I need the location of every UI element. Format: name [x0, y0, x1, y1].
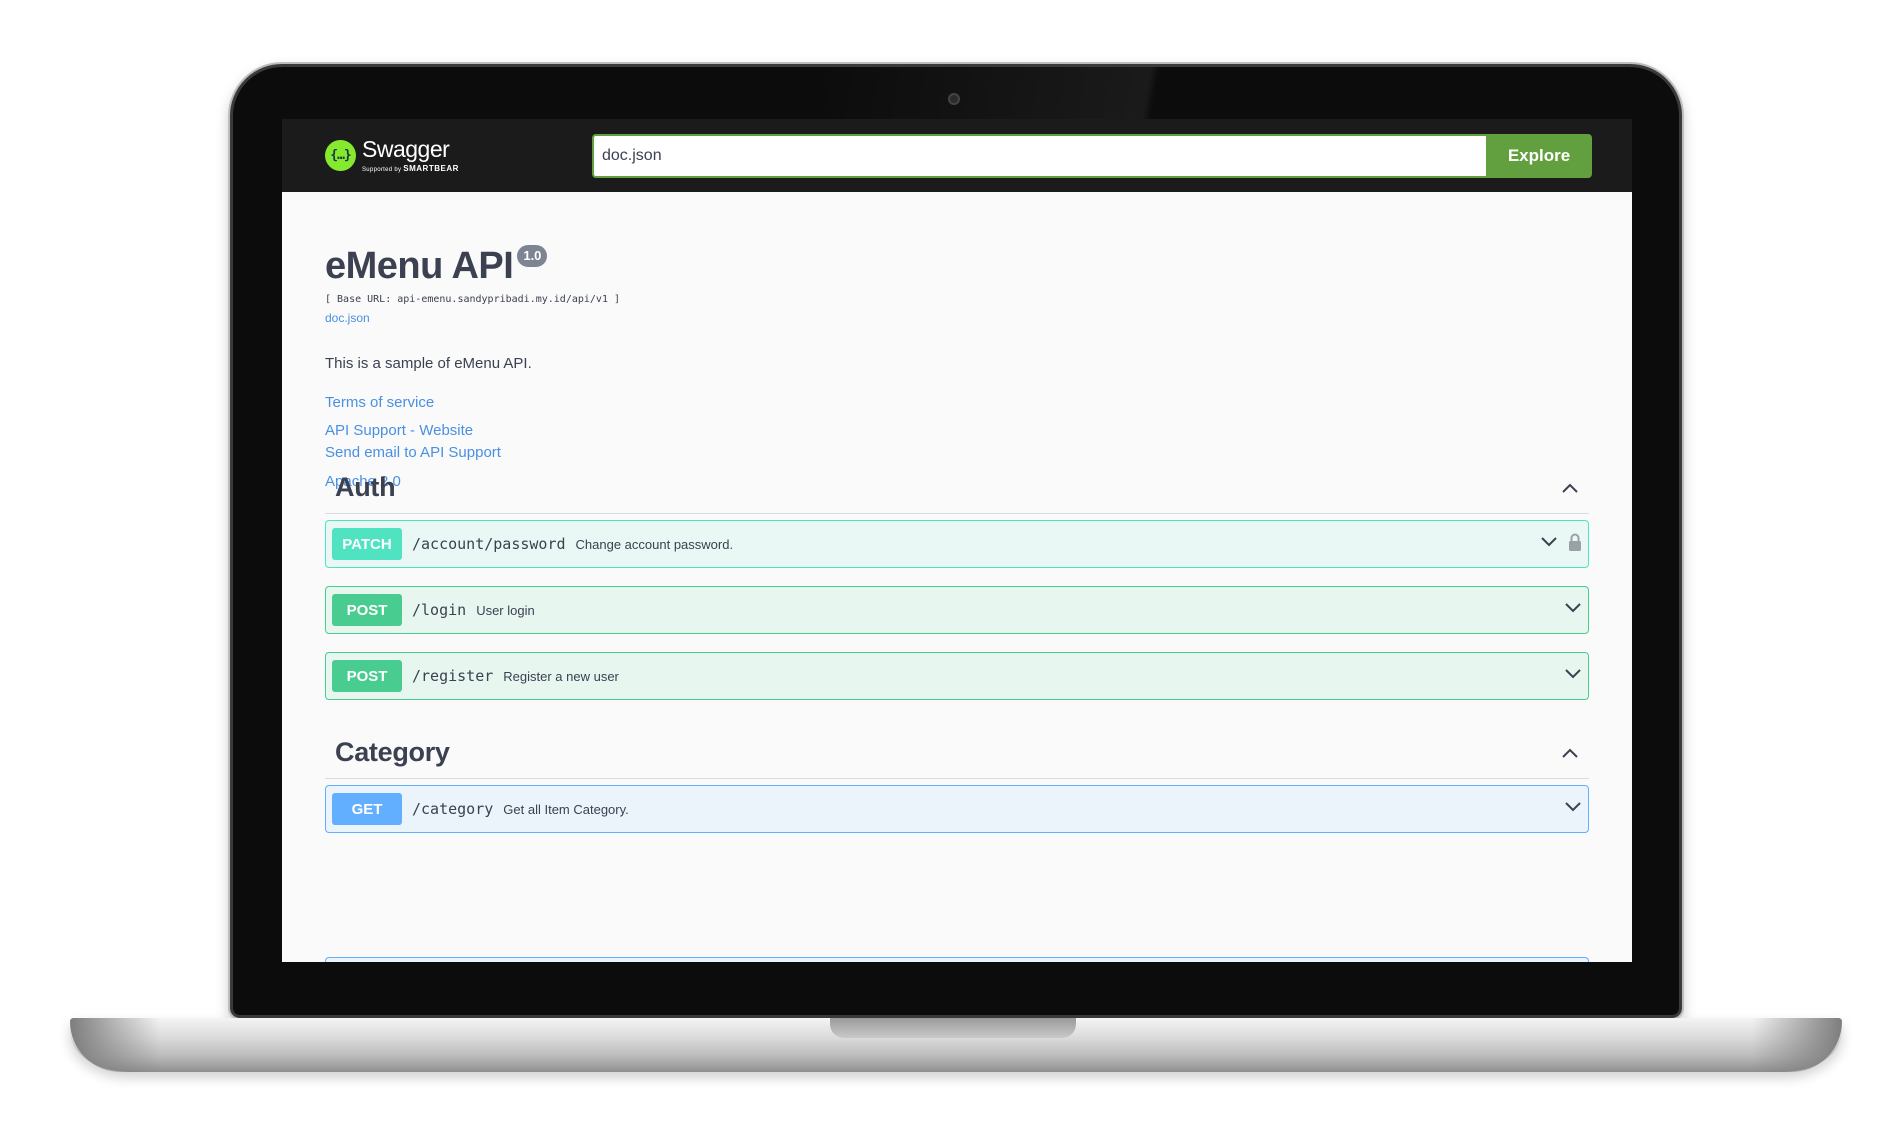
- url-form: Explore: [592, 134, 1592, 178]
- swagger-logo[interactable]: {…} Swagger Supported by SMARTBEAR: [325, 132, 459, 178]
- operation-patch-account-password[interactable]: PATCH /account/password Change account p…: [325, 520, 1589, 568]
- operation-summary: Register a new user: [503, 668, 619, 684]
- swagger-topbar: {…} Swagger Supported by SMARTBEAR Explo…: [282, 119, 1632, 192]
- operation-controls: [1564, 800, 1582, 818]
- operation-path: /register: [412, 667, 494, 685]
- tag-title: Auth: [335, 472, 396, 502]
- next-operation-partial[interactable]: [325, 957, 1589, 962]
- operation-controls: [1564, 601, 1582, 619]
- base-edge-right: [1752, 1018, 1842, 1072]
- chevron-up-icon[interactable]: [1561, 482, 1579, 494]
- browser-screen: {…} Swagger Supported by SMARTBEAR Explo…: [282, 119, 1632, 962]
- chevron-down-icon[interactable]: [1564, 800, 1582, 818]
- tag-header-auth[interactable]: Auth: [325, 462, 1589, 514]
- spec-url-input[interactable]: [592, 134, 1486, 178]
- operation-controls: [1564, 667, 1582, 685]
- lid-sheen: [819, 67, 1639, 127]
- version-badge: 1.0: [517, 245, 548, 267]
- operation-get-category[interactable]: GET /category Get all Item Category.: [325, 785, 1589, 833]
- method-badge: POST: [332, 660, 402, 692]
- operation-summary: User login: [476, 602, 535, 618]
- method-badge: PATCH: [332, 528, 402, 560]
- tag-title: Category: [335, 737, 450, 767]
- logo-brand: SMARTBEAR: [403, 163, 459, 173]
- doc-json-link[interactable]: doc.json: [325, 311, 1589, 325]
- email-support-link[interactable]: Send email to API Support: [325, 444, 1589, 461]
- chevron-down-icon[interactable]: [1564, 601, 1582, 619]
- operation-post-register[interactable]: POST /register Register a new user: [325, 652, 1589, 700]
- tag-section-auth: Auth PATCH /account/password Change acco…: [325, 462, 1589, 700]
- page-title: eMenu API: [325, 245, 514, 287]
- tag-header-category[interactable]: Category: [325, 727, 1589, 779]
- api-support-link[interactable]: API Support - Website: [325, 422, 1589, 439]
- logo-supported-label: Supported by: [362, 166, 402, 173]
- laptop-base: [70, 1018, 1842, 1072]
- operation-controls: [1540, 532, 1582, 557]
- api-description: This is a sample of eMenu API.: [325, 355, 532, 372]
- swagger-logo-icon: {…}: [325, 139, 356, 171]
- explore-button[interactable]: Explore: [1486, 134, 1592, 178]
- operation-summary: Change account password.: [575, 536, 734, 552]
- terms-of-service-link[interactable]: Terms of service: [325, 394, 1589, 411]
- base-edge-left: [70, 1018, 160, 1072]
- logo-name: Swagger: [362, 135, 450, 162]
- chevron-down-icon[interactable]: [1540, 535, 1558, 553]
- operation-path: /account/password: [412, 535, 566, 553]
- operation-path: /login: [412, 601, 467, 619]
- lock-icon[interactable]: [1568, 532, 1582, 557]
- operation-summary: Get all Item Category.: [503, 801, 629, 817]
- operation-path: /category: [412, 800, 494, 818]
- chevron-up-icon[interactable]: [1561, 747, 1579, 759]
- method-badge: POST: [332, 594, 402, 626]
- api-info: eMenu API 1.0 [ Base URL: api-emenu.sand…: [325, 244, 1589, 490]
- logo-supported-by: Supported by SMARTBEAR: [362, 163, 459, 173]
- webcam: [948, 93, 960, 105]
- chevron-down-icon[interactable]: [1564, 667, 1582, 685]
- operation-post-login[interactable]: POST /login User login: [325, 586, 1589, 634]
- logo-text: Swagger Supported by SMARTBEAR: [362, 135, 459, 173]
- method-badge: GET: [332, 793, 402, 825]
- title-row: eMenu API 1.0: [325, 244, 1589, 288]
- base-notch: [830, 1018, 1076, 1038]
- tag-section-category: Category GET /category Get all Item Cate…: [325, 727, 1589, 833]
- base-url: [ Base URL: api-emenu.sandypribadi.my.id…: [325, 294, 621, 305]
